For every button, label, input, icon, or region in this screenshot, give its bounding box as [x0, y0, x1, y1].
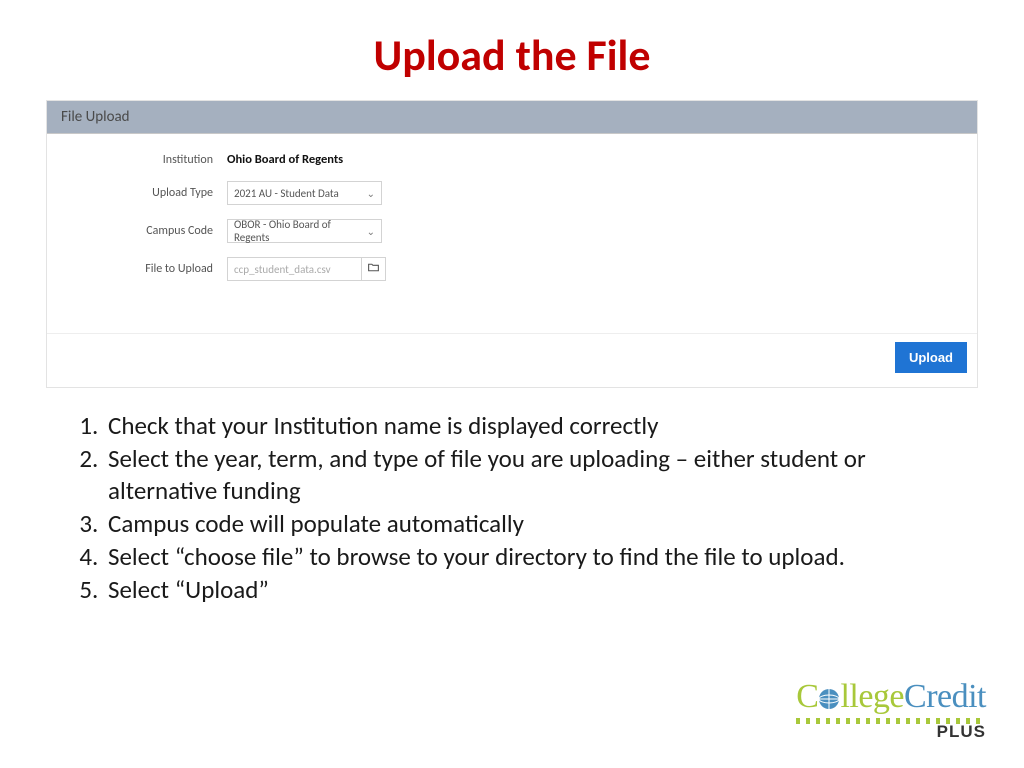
upload-type-select[interactable]: 2021 AU - Student Data ⌄	[227, 181, 382, 205]
institution-value: Ohio Board of Regents	[227, 152, 343, 167]
chevron-down-icon: ⌄	[367, 225, 375, 238]
logo-text-plus: PLUS	[796, 722, 986, 742]
instruction-item: Select the year, term, and type of file …	[104, 443, 978, 506]
campus-code-value: OBOR - Ohio Board of Regents	[234, 218, 367, 244]
upload-type-value: 2021 AU - Student Data	[234, 187, 339, 200]
institution-label: Institution	[57, 153, 227, 167]
instructions-list: Check that your Institution name is disp…	[46, 410, 978, 606]
chevron-down-icon: ⌄	[367, 187, 375, 200]
file-label: File to Upload	[57, 262, 227, 276]
logo-text-credit: Credit	[904, 678, 986, 715]
file-input[interactable]: ccp_student_data.csv	[227, 257, 362, 281]
instruction-item: Select “Upload”	[104, 574, 978, 605]
instruction-item: Campus code will populate automatically	[104, 508, 978, 539]
file-upload-panel: File Upload Institution Ohio Board of Re…	[46, 100, 978, 388]
campus-code-select[interactable]: OBOR - Ohio Board of Regents ⌄	[227, 219, 382, 243]
logo-text-c: C	[796, 678, 818, 715]
row-file: File to Upload ccp_student_data.csv	[57, 257, 967, 281]
browse-button[interactable]	[362, 257, 386, 281]
instruction-item: Select “choose file” to browse to your d…	[104, 541, 978, 572]
upload-type-label: Upload Type	[57, 186, 227, 200]
logo-globe-icon	[818, 680, 840, 714]
page-title: Upload the File	[46, 28, 978, 82]
row-campus-code: Campus Code OBOR - Ohio Board of Regents…	[57, 219, 967, 243]
panel-header: File Upload	[47, 101, 977, 134]
folder-icon	[367, 261, 380, 278]
logo-text-llege: llege	[840, 678, 904, 715]
upload-button[interactable]: Upload	[895, 342, 967, 373]
college-credit-plus-logo: CllegeCredit PLUS	[796, 680, 986, 742]
campus-code-label: Campus Code	[57, 224, 227, 238]
row-institution: Institution Ohio Board of Regents	[57, 152, 967, 167]
row-upload-type: Upload Type 2021 AU - Student Data ⌄	[57, 181, 967, 205]
instruction-item: Check that your Institution name is disp…	[104, 410, 978, 441]
file-value: ccp_student_data.csv	[234, 263, 331, 276]
